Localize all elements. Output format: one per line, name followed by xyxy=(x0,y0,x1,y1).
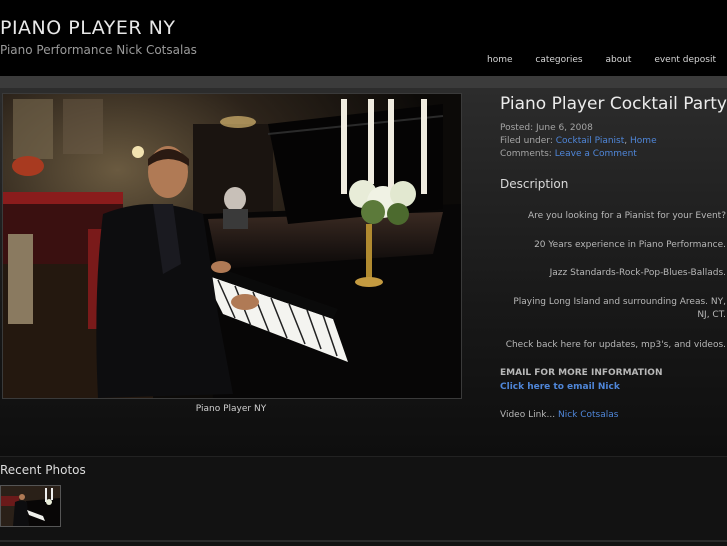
filed-label: Filed under: xyxy=(500,136,553,146)
site-title[interactable]: PIANO PLAYER NY xyxy=(0,17,175,39)
posted-date: June 6, 2008 xyxy=(536,123,593,133)
post-category-line: Filed under: Cocktail Pianist, Home xyxy=(500,136,657,146)
nav-about[interactable]: about xyxy=(605,55,631,65)
thumbnail-image xyxy=(1,486,60,526)
nav-event-deposit[interactable]: event deposit xyxy=(654,55,716,65)
nav-categories[interactable]: categories xyxy=(535,55,582,65)
email-nick-link[interactable]: Click here to email Nick xyxy=(500,382,620,392)
description-line: Playing Long Island and surrounding Area… xyxy=(513,297,726,320)
description-line: Jazz Standards-Rock-Pop-Blues-Ballads. xyxy=(549,268,726,278)
category-separator: , xyxy=(624,136,628,146)
main-nav: home categories about event deposit xyxy=(467,55,716,65)
leave-comment-link[interactable]: Leave a Comment xyxy=(555,149,637,159)
site-description: Piano Performance Nick Cotsalas xyxy=(0,43,197,57)
video-nick-cotsalas-link[interactable]: Nick Cotsalas xyxy=(558,410,618,420)
recent-photos-section: Recent Photos xyxy=(0,456,727,546)
nav-home[interactable]: home xyxy=(487,55,513,65)
category-home-link[interactable]: Home xyxy=(630,136,657,146)
footer-divider xyxy=(0,540,727,542)
post-date-line: Posted: June 6, 2008 xyxy=(500,123,593,133)
description-line: Check back here for updates, mp3's, and … xyxy=(505,340,726,350)
post-photo[interactable] xyxy=(2,93,462,399)
video-link-line: Video Link... Nick Cotsalas xyxy=(500,410,618,420)
video-label: Video Link... xyxy=(500,410,556,420)
recent-photo-thumbnail[interactable] xyxy=(0,485,61,527)
description-line: 20 Years experience in Piano Performance… xyxy=(534,240,726,250)
post-title[interactable]: Piano Player Cocktail Party xyxy=(500,94,727,114)
description-heading: Description xyxy=(500,177,569,191)
photo-caption: Piano Player NY xyxy=(195,404,267,414)
category-cocktail-pianist-link[interactable]: Cocktail Pianist xyxy=(556,136,625,146)
site-header: PIANO PLAYER NY Piano Performance Nick C… xyxy=(0,0,727,76)
pianist-photo-image xyxy=(3,94,461,398)
post-comments-line: Comments: Leave a Comment xyxy=(500,149,637,159)
header-divider xyxy=(0,76,727,88)
main-content: Piano Player NY Piano Player Cocktail Pa… xyxy=(0,88,727,456)
recent-photos-title: Recent Photos xyxy=(0,463,86,477)
description-line: Are you looking for a Pianist for your E… xyxy=(528,211,726,221)
comments-label: Comments: xyxy=(500,149,552,159)
email-heading: EMAIL FOR MORE INFORMATION xyxy=(500,368,663,378)
posted-label: Posted: xyxy=(500,123,534,133)
